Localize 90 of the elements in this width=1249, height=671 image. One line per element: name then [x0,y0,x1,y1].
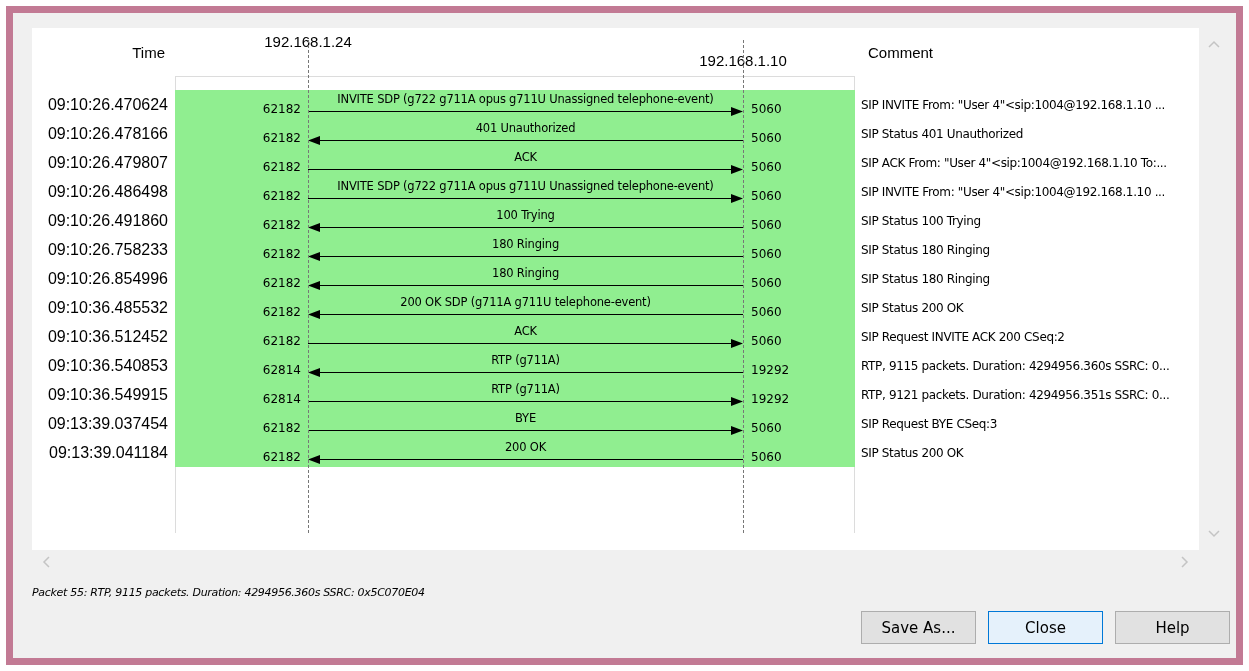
arrow-icon [308,339,743,348]
port-label: 5060 [751,218,782,232]
port-label: 5060 [751,189,782,203]
status-text: Packet 55: RTP, 9115 packets. Duration: 4294956.360s SSRC: 0x5C070E04 [32,586,426,599]
column-header: Comment [868,43,934,61]
comment-cell: SIP INVITE From: "User 4"<sip:1004@192.168.1.10 ... [861,97,1166,112]
time-cell: 09:10:36.485532 [47,298,168,317]
arrow-icon [308,136,743,145]
port-label: 5060 [751,160,782,174]
arrow-icon [308,252,743,261]
host-label: 192.168.1.10 [699,52,787,69]
port-label: 62182 [262,218,301,232]
arrow-icon [308,455,743,464]
arrow-icon [308,368,743,377]
message-label[interactable]: RTP (g711A) [491,382,560,396]
comment-cell: SIP Request BYE CSeq:3 [861,416,998,431]
port-label: 62814 [262,392,301,406]
port-label: 5060 [751,276,782,290]
port-label: 5060 [751,450,782,464]
arrow-icon [308,310,743,319]
message-label[interactable]: 401 Unauthorized [475,121,576,135]
time-cell: 09:10:26.486498 [47,182,168,201]
dialog-button[interactable]: Save As... [861,611,976,644]
port-label: 62182 [262,160,301,174]
port-label: 62182 [262,421,301,435]
message-label[interactable]: BYE [515,411,536,425]
comment-cell: SIP INVITE From: "User 4"<sip:1004@192.168.1.10 ... [861,184,1166,199]
comment-cell: SIP Status 200 OK [861,300,964,315]
port-label: 5060 [751,131,782,145]
column-header: Time [132,43,165,61]
port-label: 62814 [262,363,301,377]
time-cell: 09:13:39.041184 [49,443,168,462]
arrow-icon [308,281,743,290]
port-label: 5060 [751,305,782,319]
port-label: 62182 [262,305,301,319]
arrow-icon [308,194,743,203]
comment-cell: SIP Status 100 Trying [861,213,981,228]
arrow-icon [308,397,743,406]
dialog-button[interactable]: Close [988,611,1103,644]
comment-cell: SIP Status 401 Unauthorized [861,126,1024,141]
arrow-icon [308,107,743,116]
message-label[interactable]: 180 Ringing [492,266,559,280]
comment-cell: RTP, 9115 packets. Duration: 4294956.360s SSRC: 0... [861,358,1170,373]
port-label: 5060 [751,247,782,261]
port-label: 62182 [262,102,301,116]
message-label[interactable]: INVITE SDP (g722 g711A opus g711U Unassigned telephone-event) [337,179,714,193]
port-label: 5060 [751,421,782,435]
message-label[interactable]: INVITE SDP (g722 g711A opus g711U Unassigned telephone-event) [337,92,714,106]
port-label: 62182 [262,276,301,290]
message-label[interactable]: 200 OK SDP (g711A g711U telephone-event) [400,295,651,309]
message-label[interactable]: ACK [514,150,537,164]
comment-cell: SIP Status 180 Ringing [861,242,990,257]
comment-cell: RTP, 9121 packets. Duration: 4294956.351s SSRC: 0... [861,387,1170,402]
comment-cell: SIP ACK From: "User 4"<sip:1004@192.168.1.10 To:... [861,155,1167,170]
port-label: 5060 [751,102,782,116]
port-label: 62182 [262,189,301,203]
host-label: 192.168.1.24 [264,33,352,50]
port-label: 19292 [751,392,790,406]
scroll-up-icon[interactable] [1208,40,1220,48]
time-cell: 09:13:39.037454 [47,414,168,433]
time-cell: 09:10:26.479807 [47,153,168,172]
time-cell: 09:10:36.512452 [47,327,168,346]
scroll-left-icon[interactable] [42,556,50,568]
time-cell: 09:10:26.854996 [47,269,168,288]
comment-cell: SIP Request INVITE ACK 200 CSeq:2 [861,329,1065,344]
message-label[interactable]: 100 Trying [496,208,555,222]
dialog-button[interactable]: Help [1115,611,1230,644]
time-cell: 09:10:36.549915 [47,385,168,404]
comment-cell: SIP Status 180 Ringing [861,271,990,286]
scroll-down-icon[interactable] [1208,530,1220,538]
comment-cell: SIP Status 200 OK [861,445,964,460]
time-cell: 09:10:26.758233 [47,240,168,259]
arrow-icon [308,223,743,232]
message-label[interactable]: 180 Ringing [492,237,559,251]
time-cell: 09:10:26.478166 [47,124,168,143]
port-label: 62182 [262,450,301,464]
time-cell: 09:10:36.540853 [47,356,168,375]
port-label: 62182 [262,334,301,348]
arrow-icon [308,426,743,435]
port-label: 5060 [751,334,782,348]
port-label: 62182 [262,131,301,145]
port-label: 62182 [262,247,301,261]
scroll-right-icon[interactable] [1181,556,1189,568]
port-label: 19292 [751,363,790,377]
message-label[interactable]: RTP (g711A) [491,353,560,367]
arrow-icon [308,165,743,174]
time-cell: 09:10:26.470624 [47,95,168,114]
time-cell: 09:10:26.491860 [47,211,168,230]
message-label[interactable]: 200 OK [505,440,546,454]
message-label[interactable]: ACK [514,324,537,338]
